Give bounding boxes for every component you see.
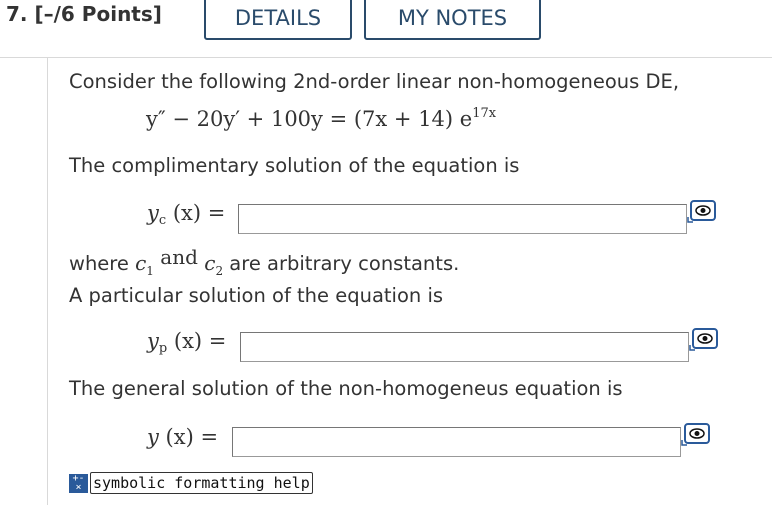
- preview-particular-button[interactable]: [689, 327, 719, 351]
- c2-sub: 2: [215, 264, 224, 278]
- c1-var: c: [135, 251, 147, 275]
- yp-rest: (x) =: [167, 329, 227, 353]
- eye-preview-icon: [681, 423, 710, 446]
- and-text: and: [153, 245, 205, 269]
- c2-symbol: c2: [204, 251, 224, 278]
- c1-sub: 1: [146, 264, 154, 278]
- where-text: where: [69, 252, 129, 275]
- preview-complementary-button[interactable]: [687, 199, 717, 223]
- question-number-text: 7.: [6, 2, 28, 26]
- constants-sentence: where c1 and c2 are arbitrary constants.: [69, 245, 460, 278]
- complementary-prompt: The complimentary solution of the equati…: [69, 154, 520, 177]
- yc-rest: (x) =: [166, 201, 226, 225]
- particular-label: yp (x) =: [147, 329, 226, 356]
- equation-exponent: 17x: [472, 106, 497, 121]
- preview-general-button[interactable]: [681, 422, 711, 446]
- differential-equation: y″ − 20y′ + 100y = (7x + 14) e17x: [146, 106, 496, 131]
- symbolic-help-icon: +- ×: [69, 473, 88, 493]
- complementary-solution-input[interactable]: [238, 204, 687, 234]
- details-button[interactable]: DETAILS: [204, 0, 352, 40]
- symbolic-help-label: symbolic formatting help: [90, 472, 313, 494]
- question-header: 7. [–/6 Points] DETAILS MY NOTES: [0, 0, 772, 58]
- my-notes-button[interactable]: MY NOTES: [364, 0, 541, 40]
- yc-var: y: [147, 201, 159, 225]
- yp-sub: p: [158, 341, 168, 356]
- eye-preview-icon: [689, 328, 718, 351]
- y-var: y: [147, 425, 159, 449]
- general-prompt: The general solution of the non-homogene…: [69, 377, 623, 400]
- question-left-border: [47, 58, 48, 505]
- y-rest: (x) =: [158, 425, 219, 449]
- complementary-label: yc (x) =: [147, 201, 225, 228]
- equation-main: y″ − 20y′ + 100y = (7x + 14) e: [146, 107, 473, 131]
- general-label: y (x) =: [147, 425, 218, 449]
- constants-rest: are arbitrary constants.: [223, 252, 460, 275]
- header-divider: [0, 57, 772, 58]
- particular-solution-input[interactable]: [240, 332, 689, 362]
- symbolic-formatting-help-link[interactable]: +- × symbolic formatting help: [69, 472, 313, 494]
- particular-prompt: A particular solution of the equation is: [69, 284, 444, 307]
- question-number: 7. [–/6 Points]: [6, 2, 162, 26]
- question-intro: Consider the following 2nd-order linear …: [69, 70, 680, 93]
- yp-var: y: [147, 329, 159, 353]
- c1-symbol: c1: [135, 251, 154, 278]
- points-label: [–/6 Points]: [34, 2, 162, 26]
- eye-preview-icon: [687, 200, 716, 223]
- general-solution-input[interactable]: [232, 427, 681, 457]
- c2-var: c: [204, 251, 216, 275]
